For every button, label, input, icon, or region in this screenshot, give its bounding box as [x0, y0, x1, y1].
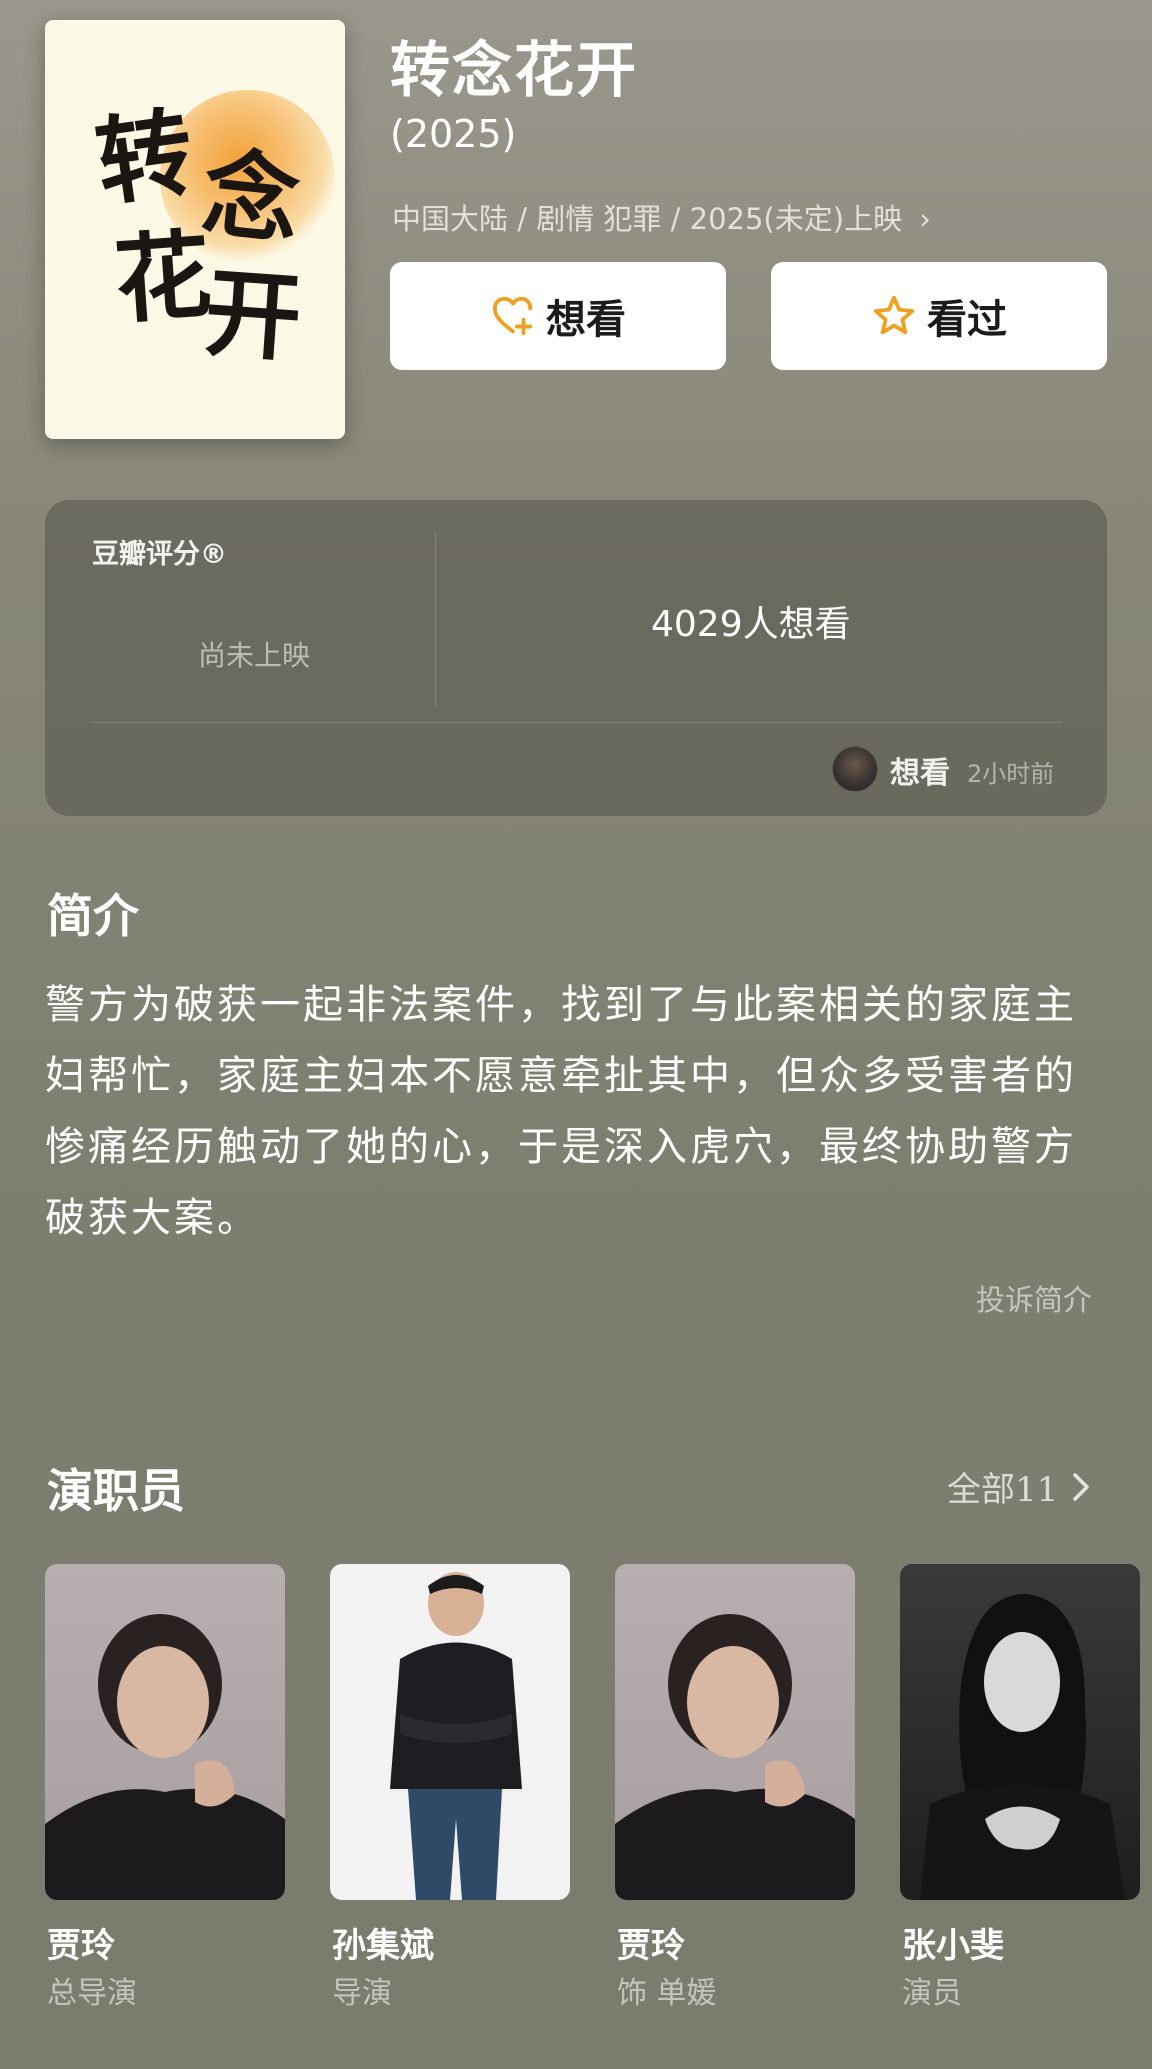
intro-heading: 简介 [47, 889, 139, 943]
movie-poster[interactable]: 转 念 花 开 [45, 20, 345, 439]
cast-photo[interactable] [900, 1564, 1140, 1900]
cast-photo[interactable] [615, 1564, 855, 1900]
rating-hdivider [90, 722, 1062, 723]
recent-time: 2小时前 [967, 760, 1055, 788]
cast-all-link[interactable]: 全部11 [947, 1462, 1092, 1511]
watched-button[interactable]: 看过 [771, 262, 1107, 370]
cast-photo[interactable] [330, 1564, 570, 1900]
cast-name[interactable]: 孙集斌 [332, 1918, 434, 1967]
cast-photo[interactable] [45, 1564, 285, 1900]
portrait-image [615, 1614, 855, 1900]
chevron-right-icon [1073, 1472, 1090, 1501]
movie-year: (2025) [390, 112, 517, 156]
report-intro-link[interactable]: 投诉简介 [976, 1277, 1092, 1319]
cast-heading: 演职员 [47, 1464, 185, 1518]
want-button[interactable]: 想看 [390, 262, 726, 370]
rating-status: 尚未上映 [198, 639, 311, 672]
poster-calligraphy: 转 念 花 开 [89, 94, 305, 376]
chevron-right-icon: › [919, 202, 931, 236]
rating-divider [435, 532, 436, 706]
cast-all-label: 全部11 [947, 1470, 1059, 1510]
watched-button-label: 看过 [927, 297, 1007, 343]
portrait-image [390, 1572, 522, 1900]
want-button-label: 想看 [546, 297, 626, 343]
movie-meta-text: 中国大陆 / 剧情 犯罪 / 2025(未定)上映 [392, 202, 903, 236]
movie-title: 转念花开 [390, 36, 638, 106]
cast-name[interactable]: 张小斐 [902, 1918, 1004, 1967]
cast-role: 饰 单媛 [617, 1976, 717, 2011]
want-count: 4029人想看 [651, 604, 851, 645]
cast-role: 导演 [332, 1976, 392, 2011]
rating-label: 豆瓣评分® [92, 539, 227, 570]
cast-name[interactable]: 贾玲 [617, 1918, 685, 1967]
cast-role: 演员 [902, 1976, 962, 2011]
portrait-image [920, 1594, 1125, 1900]
portrait-image [45, 1614, 285, 1900]
star-icon [873, 295, 915, 335]
cast-name[interactable]: 贾玲 [47, 1918, 115, 1967]
intro-text: 警方为破获一起非法案件，找到了与此案相关的家庭主妇帮忙，家庭主妇本不愿意牵扯其中… [45, 982, 1077, 1241]
heart-plus-icon [492, 296, 533, 336]
cast-role: 总导演 [47, 1976, 137, 2011]
avatar[interactable] [832, 746, 878, 792]
recent-action: 想看 [890, 756, 950, 791]
movie-meta-link[interactable]: 中国大陆 / 剧情 犯罪 / 2025(未定)上映 › [392, 196, 931, 238]
